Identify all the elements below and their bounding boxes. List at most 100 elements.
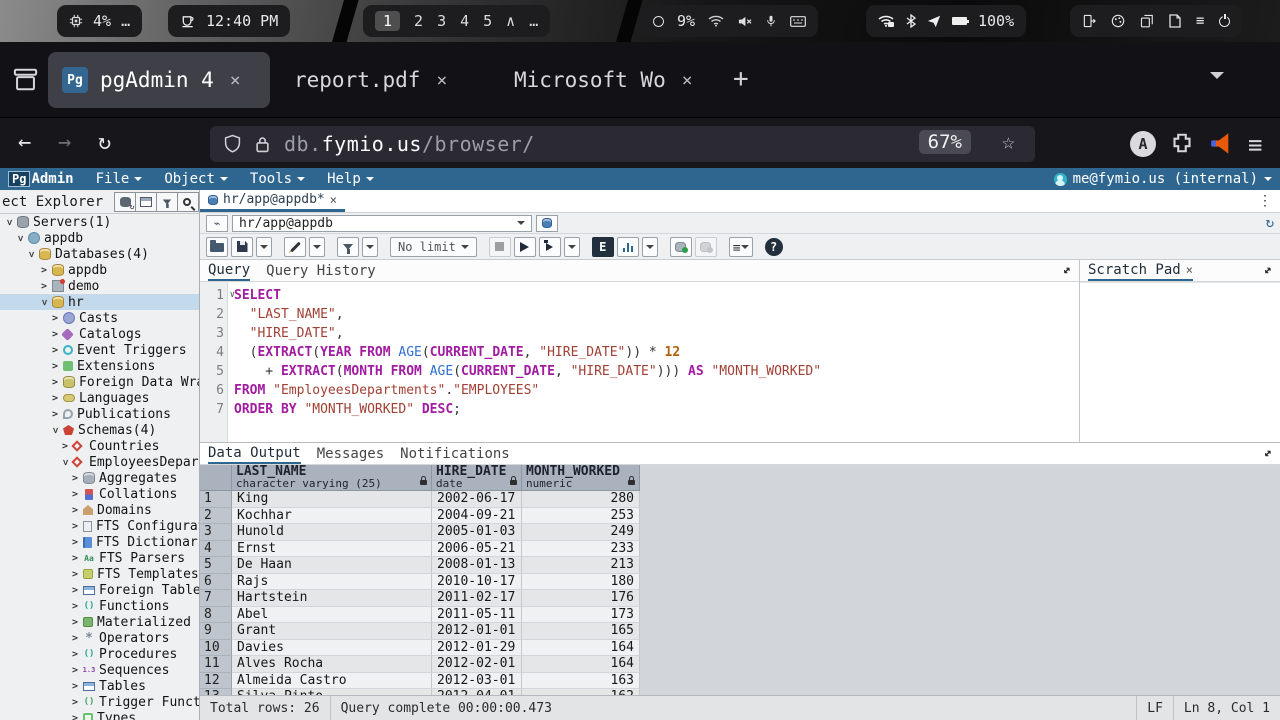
tree-item-event-triggers[interactable]: Event Triggers [0,342,199,358]
query-tool-tab[interactable]: hr/app@appdb* × [200,190,345,212]
microphone-icon[interactable] [765,14,777,28]
sql-code[interactable]: SELECT "LAST_NAME", "HIRE_DATE", (EXTRAC… [228,282,821,442]
explain-button[interactable]: E [592,237,614,257]
table-row[interactable]: 1King2002-06-17280 [200,491,1280,508]
chevron-icon[interactable] [72,505,83,516]
column-header-last-name[interactable]: LAST_NAME character varying (25) [232,465,432,491]
tree-item-fts-dictionaries[interactable]: FTS Dictionaries [0,534,199,550]
chevron-icon[interactable] [72,713,83,720]
chevron-icon[interactable] [72,649,83,660]
filter-button[interactable] [337,237,359,257]
tree-item-functions[interactable]: Functions [0,598,199,614]
cancel-query-button[interactable] [489,237,511,257]
chevron-icon[interactable] [72,681,83,692]
table-row[interactable]: 11Alves Rocha2012-02-01164 [200,656,1280,673]
tab-messages[interactable]: Messages [317,446,384,462]
help-button[interactable] [765,238,783,256]
sql-editor[interactable]: 1∨ 2 3 4 5 6 7 SELECT "LAST_NAME", "HIRE… [200,282,1079,442]
tree-item-materialized-views[interactable]: Materialized Views [0,614,199,630]
edit-button[interactable] [284,237,306,257]
reload-button[interactable]: ↻ [98,130,111,155]
megaphone-extension-icon[interactable] [1208,131,1233,156]
browser-tab-word[interactable]: Microsoft Wo × [500,52,715,108]
workspace-1[interactable]: 1 [375,11,400,31]
table-row[interactable]: 3Hunold2005-01-03249 [200,524,1280,541]
browser-tab-pgadmin[interactable]: Pg pgAdmin 4 × [48,52,270,108]
execute-query-button[interactable] [514,237,536,257]
exit-door-icon[interactable] [1082,14,1096,28]
chevron-icon[interactable] [72,569,83,580]
rollback-button[interactable] [695,237,717,257]
bluetooth-icon[interactable] [906,14,916,28]
chevron-icon[interactable] [52,425,63,436]
tab-overview-icon[interactable] [12,66,39,93]
keyboard-icon[interactable] [790,16,806,27]
menu-lines-icon[interactable]: ≡ [1196,13,1204,29]
tree-item-fts-parsers[interactable]: FTS Parsers [0,550,199,566]
tree-item-trigger-functions[interactable]: Trigger Functions [0,694,199,710]
execute-options-button[interactable] [539,237,561,257]
filter-options-dropdown[interactable] [362,237,378,257]
tab-data-output[interactable]: Data Output [208,443,301,464]
save-options-dropdown[interactable] [256,237,272,257]
tab-scratch-pad[interactable]: Scratch Pad × [1088,260,1193,281]
table-row[interactable]: 12Almeida Castro2012-03-01163 [200,673,1280,690]
close-tab-icon[interactable]: × [230,70,241,91]
chevron-icon[interactable] [6,217,17,228]
chevron-icon[interactable] [52,313,63,324]
menu-help[interactable]: Help [327,171,374,187]
refresh-database-button[interactable] [114,192,136,212]
chevron-icon[interactable] [72,617,83,628]
forward-button[interactable]: → [58,130,71,155]
tree-item-tables[interactable]: Tables [0,678,199,694]
tree-item-publications[interactable]: Publications [0,406,199,422]
tree-item-databases[interactable]: Databases(4) [0,246,199,262]
filtered-rows-button[interactable] [156,192,178,212]
tree-item-collations[interactable]: Collations [0,486,199,502]
power-icon[interactable] [1219,16,1230,27]
panel-menu-kebab-icon[interactable]: ⋮ [1258,193,1272,209]
table-row[interactable]: 8Abel2011-05-11173 [200,607,1280,624]
close-query-tool-icon[interactable]: × [330,193,337,207]
workspace-4[interactable]: 4 [460,12,469,30]
macros-button[interactable] [729,237,753,257]
tree-item-casts[interactable]: Casts [0,310,199,326]
tab-list-dropdown-icon[interactable] [1210,72,1224,86]
menu-file[interactable]: File [96,171,143,187]
url-bar[interactable]: db.fymio.us/browser/ 67% ☆ [210,126,1035,162]
chevron-icon[interactable] [52,361,63,372]
table-row[interactable]: 5De Haan2008-01-13213 [200,557,1280,574]
workspace-5[interactable]: 5 [483,12,492,30]
tree-item-schema-countries[interactable]: Countries [0,438,199,454]
expand-panel-icon[interactable] [1260,262,1276,278]
menu-tools[interactable]: Tools [250,171,305,187]
column-header-hire-date[interactable]: HIRE_DATE date [432,465,522,491]
account-menu[interactable]: me@fymio.us (internal) [1054,171,1272,187]
wifi-icon[interactable] [708,15,724,27]
table-row[interactable]: 7Hartstein2011-02-17176 [200,590,1280,607]
workspace-3[interactable]: 3 [437,12,446,30]
cpu-widget[interactable]: 4% … [57,5,142,37]
account-icon[interactable] [1130,131,1156,157]
connection-select[interactable]: hr/app@appdb [232,215,532,232]
tree-item-schemas[interactable]: Schemas(4) [0,422,199,438]
tree-item-db-demo[interactable]: demo [0,278,199,294]
table-row[interactable]: 6Rajs2010-10-17180 [200,574,1280,591]
tree-item-aggregates[interactable]: Aggregates [0,470,199,486]
row-limit-select[interactable]: No limit [390,237,477,257]
expand-panel-icon[interactable] [1059,262,1075,278]
chevron-icon[interactable] [41,297,52,308]
lock-icon[interactable] [255,135,270,154]
copy-files-icon[interactable] [1140,14,1154,28]
speaker-muted-icon[interactable] [737,15,752,28]
chevron-icon[interactable] [72,473,83,484]
tree-item-domains[interactable]: Domains [0,502,199,518]
tree-item-servers[interactable]: Servers(1) [0,214,199,230]
open-file-button[interactable] [206,237,228,257]
tree-item-fts-templates[interactable]: FTS Templates [0,566,199,582]
tree-item-extensions[interactable]: Extensions [0,358,199,374]
hamburger-menu-icon[interactable]: ≡ [1248,131,1262,159]
chevron-icon[interactable] [72,537,83,548]
table-row[interactable]: 4Ernst2006-05-21233 [200,541,1280,558]
chevron-icon[interactable] [52,345,63,356]
